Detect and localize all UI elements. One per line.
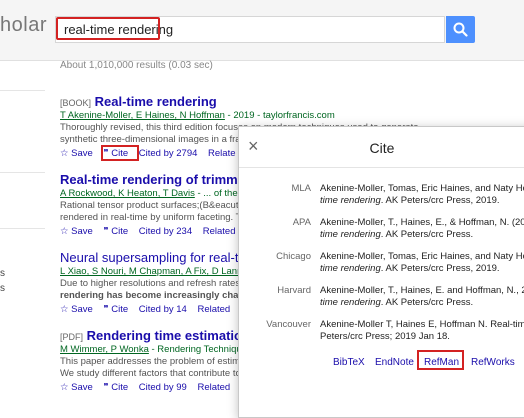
save-button[interactable]: ☆ Save [60, 226, 93, 237]
cited-by-link[interactable]: Cited by 2794 [139, 148, 198, 159]
refman-highlight-box [417, 350, 464, 370]
citation-style-label: Chicago [276, 251, 311, 262]
cited-by-link[interactable]: Cited by 14 [139, 304, 187, 315]
query-highlight-box [56, 17, 160, 40]
cite-button[interactable]: ❞ Cite [103, 226, 128, 237]
cite-highlight-box [101, 145, 139, 161]
cited-by-link[interactable]: Cited by 234 [139, 226, 192, 237]
cite-button[interactable]: ❞ Cite [103, 382, 128, 393]
left-divider [0, 90, 45, 91]
citation-style-label: Harvard [277, 285, 311, 296]
bibtex-link[interactable]: BibTeX [333, 357, 365, 368]
dialog-title: Cite [369, 140, 395, 156]
save-button[interactable]: ☆ Save [60, 382, 93, 393]
result-title[interactable]: [BOOK] Real-time rendering [60, 94, 490, 109]
scholar-logo[interactable]: holar [0, 14, 47, 37]
search-icon [453, 22, 468, 37]
quote-icon: ❞ [103, 382, 109, 393]
citation-text[interactable]: Akenine-Moller, Tomas, Eric Haines, and … [320, 251, 524, 274]
related-link[interactable]: Related [197, 304, 230, 315]
save-button[interactable]: ☆ Save [60, 304, 93, 315]
citation-text[interactable]: Akenine-Moller, T., Haines, E. and Hoffm… [320, 285, 524, 308]
quote-icon: ❞ [103, 304, 109, 315]
left-divider [0, 228, 45, 229]
cite-button[interactable]: ❞ Cite [103, 304, 128, 315]
dialog-header: × Cite [239, 127, 524, 168]
citation-text[interactable]: Akenine-Moller T, Haines E, Hoffman N. R… [320, 319, 524, 342]
left-filter-item[interactable]: s [0, 283, 5, 294]
related-link[interactable]: Relate [208, 148, 235, 159]
left-filter-item[interactable]: s [0, 268, 5, 279]
quote-icon: ❞ [103, 226, 109, 237]
results-count: About 1,010,000 results (0.03 sec) [60, 60, 213, 71]
citation-style-label: APA [292, 217, 311, 228]
citation-style-label: MLA [291, 183, 311, 194]
citation-style-label: Vancouver [266, 319, 311, 330]
cite-dialog: × Cite MLA Akenine-Moller, Tomas, Eric H… [238, 126, 524, 418]
result-authors: T Akenine-Moller, E Haines, N Hoffman - … [60, 110, 335, 121]
citation-text[interactable]: Akenine-Moller, T., Haines, E., & Hoffma… [320, 217, 524, 240]
related-link[interactable]: Related [203, 226, 236, 237]
export-links: BibTeX EndNote RefMan RefWorks [239, 357, 524, 377]
endnote-link[interactable]: EndNote [375, 357, 414, 368]
cited-by-link[interactable]: Cited by 99 [139, 382, 187, 393]
top-bar: holar real-time rendering [0, 0, 524, 61]
related-link[interactable]: Related [197, 382, 230, 393]
refworks-link[interactable]: RefWorks [471, 357, 515, 368]
left-divider [0, 172, 45, 173]
save-button[interactable]: ☆ Save [60, 148, 93, 159]
search-button[interactable] [446, 16, 475, 43]
citation-text[interactable]: Akenine-Moller, Tomas, Eric Haines, and … [320, 183, 524, 206]
